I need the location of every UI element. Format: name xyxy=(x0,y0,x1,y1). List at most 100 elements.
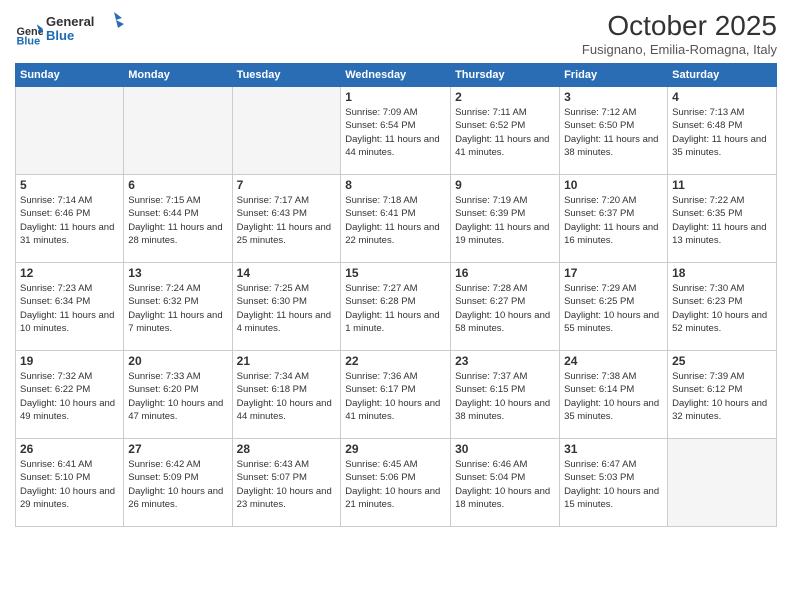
calendar-cell: 14 Sunrise: 7:25 AM Sunset: 6:30 PM Dayli… xyxy=(232,263,341,351)
day-info: Sunrise: 7:38 AM Sunset: 6:14 PM Dayligh… xyxy=(564,370,663,423)
calendar-cell xyxy=(124,87,232,175)
day-number: 18 xyxy=(672,266,772,280)
day-info: Sunrise: 6:42 AM Sunset: 5:09 PM Dayligh… xyxy=(128,458,227,511)
day-info: Sunrise: 6:46 AM Sunset: 5:04 PM Dayligh… xyxy=(455,458,555,511)
day-number: 2 xyxy=(455,90,555,104)
day-info: Sunrise: 6:45 AM Sunset: 5:06 PM Dayligh… xyxy=(345,458,446,511)
col-saturday: Saturday xyxy=(668,64,777,87)
calendar-cell: 12 Sunrise: 7:23 AM Sunset: 6:34 PM Dayli… xyxy=(16,263,124,351)
day-number: 23 xyxy=(455,354,555,368)
day-number: 27 xyxy=(128,442,227,456)
day-info: Sunrise: 6:43 AM Sunset: 5:07 PM Dayligh… xyxy=(237,458,337,511)
day-number: 20 xyxy=(128,354,227,368)
calendar-cell: 29 Sunrise: 6:45 AM Sunset: 5:06 PM Dayli… xyxy=(341,439,451,527)
svg-text:Blue: Blue xyxy=(17,35,41,46)
calendar-table: Sunday Monday Tuesday Wednesday Thursday… xyxy=(15,63,777,527)
day-number: 4 xyxy=(672,90,772,104)
col-sunday: Sunday xyxy=(16,64,124,87)
day-info: Sunrise: 7:12 AM Sunset: 6:50 PM Dayligh… xyxy=(564,106,663,159)
month-title: October 2025 xyxy=(582,10,777,42)
calendar-cell xyxy=(668,439,777,527)
calendar-cell: 3 Sunrise: 7:12 AM Sunset: 6:50 PM Daylig… xyxy=(560,87,668,175)
col-thursday: Thursday xyxy=(451,64,560,87)
day-number: 29 xyxy=(345,442,446,456)
day-number: 9 xyxy=(455,178,555,192)
calendar-cell: 23 Sunrise: 7:37 AM Sunset: 6:15 PM Dayli… xyxy=(451,351,560,439)
calendar-cell: 13 Sunrise: 7:24 AM Sunset: 6:32 PM Dayli… xyxy=(124,263,232,351)
day-info: Sunrise: 7:24 AM Sunset: 6:32 PM Dayligh… xyxy=(128,282,227,335)
day-number: 7 xyxy=(237,178,337,192)
calendar-week-row: 26Sunrise: 6:41 AM Sunset: 5:10 PM Dayli… xyxy=(16,439,777,527)
calendar-cell xyxy=(232,87,341,175)
day-info: Sunrise: 7:37 AM Sunset: 6:15 PM Dayligh… xyxy=(455,370,555,423)
day-number: 3 xyxy=(564,90,663,104)
col-tuesday: Tuesday xyxy=(232,64,341,87)
calendar-cell: 31Sunrise: 6:47 AM Sunset: 5:03 PM Dayli… xyxy=(560,439,668,527)
calendar-cell: 16 Sunrise: 7:28 AM Sunset: 6:27 PM Dayli… xyxy=(451,263,560,351)
calendar-cell: 25 Sunrise: 7:39 AM Sunset: 6:12 PM Dayli… xyxy=(668,351,777,439)
calendar-cell: 8 Sunrise: 7:18 AM Sunset: 6:41 PM Daylig… xyxy=(341,175,451,263)
header: General Blue General Blue October 2025 F… xyxy=(15,10,777,57)
logo-svg: General Blue xyxy=(46,10,126,48)
logo-icon: General Blue xyxy=(15,18,43,46)
day-info: Sunrise: 7:15 AM Sunset: 6:44 PM Dayligh… xyxy=(128,194,227,247)
page: General Blue General Blue October 2025 F… xyxy=(0,0,792,612)
day-number: 24 xyxy=(564,354,663,368)
day-info: Sunrise: 7:25 AM Sunset: 6:30 PM Dayligh… xyxy=(237,282,337,335)
calendar-cell: 26Sunrise: 6:41 AM Sunset: 5:10 PM Dayli… xyxy=(16,439,124,527)
day-number: 25 xyxy=(672,354,772,368)
day-info: Sunrise: 6:47 AM Sunset: 5:03 PM Dayligh… xyxy=(564,458,663,511)
calendar-cell: 28 Sunrise: 6:43 AM Sunset: 5:07 PM Dayli… xyxy=(232,439,341,527)
calendar-week-row: 1 Sunrise: 7:09 AM Sunset: 6:54 PM Daylig… xyxy=(16,87,777,175)
svg-text:Blue: Blue xyxy=(46,28,74,43)
day-info: Sunrise: 7:39 AM Sunset: 6:12 PM Dayligh… xyxy=(672,370,772,423)
day-info: Sunrise: 7:30 AM Sunset: 6:23 PM Dayligh… xyxy=(672,282,772,335)
day-number: 1 xyxy=(345,90,446,104)
day-info: Sunrise: 7:09 AM Sunset: 6:54 PM Dayligh… xyxy=(345,106,446,159)
day-number: 13 xyxy=(128,266,227,280)
title-block: October 2025 Fusignano, Emilia-Romagna, … xyxy=(582,10,777,57)
logo: General Blue General Blue xyxy=(15,10,126,53)
calendar-cell: 27 Sunrise: 6:42 AM Sunset: 5:09 PM Dayli… xyxy=(124,439,232,527)
day-info: Sunrise: 7:14 AM Sunset: 6:46 PM Dayligh… xyxy=(20,194,119,247)
calendar-cell: 30 Sunrise: 6:46 AM Sunset: 5:04 PM Dayli… xyxy=(451,439,560,527)
calendar-cell: 5Sunrise: 7:14 AM Sunset: 6:46 PM Daylig… xyxy=(16,175,124,263)
calendar-cell: 17 Sunrise: 7:29 AM Sunset: 6:25 PM Dayli… xyxy=(560,263,668,351)
day-info: Sunrise: 7:32 AM Sunset: 6:22 PM Dayligh… xyxy=(20,370,119,423)
calendar-header-row: Sunday Monday Tuesday Wednesday Thursday… xyxy=(16,64,777,87)
calendar-cell: 21Sunrise: 7:34 AM Sunset: 6:18 PM Dayli… xyxy=(232,351,341,439)
col-monday: Monday xyxy=(124,64,232,87)
day-number: 30 xyxy=(455,442,555,456)
day-number: 28 xyxy=(237,442,337,456)
day-number: 16 xyxy=(455,266,555,280)
calendar-cell: 19Sunrise: 7:32 AM Sunset: 6:22 PM Dayli… xyxy=(16,351,124,439)
svg-text:General: General xyxy=(46,14,94,29)
calendar-cell: 7Sunrise: 7:17 AM Sunset: 6:43 PM Daylig… xyxy=(232,175,341,263)
col-wednesday: Wednesday xyxy=(341,64,451,87)
day-number: 22 xyxy=(345,354,446,368)
day-info: Sunrise: 7:11 AM Sunset: 6:52 PM Dayligh… xyxy=(455,106,555,159)
day-info: Sunrise: 7:29 AM Sunset: 6:25 PM Dayligh… xyxy=(564,282,663,335)
calendar-cell: 11Sunrise: 7:22 AM Sunset: 6:35 PM Dayli… xyxy=(668,175,777,263)
calendar-cell: 15Sunrise: 7:27 AM Sunset: 6:28 PM Dayli… xyxy=(341,263,451,351)
day-number: 11 xyxy=(672,178,772,192)
day-info: Sunrise: 7:23 AM Sunset: 6:34 PM Dayligh… xyxy=(20,282,119,335)
day-info: Sunrise: 7:36 AM Sunset: 6:17 PM Dayligh… xyxy=(345,370,446,423)
calendar-cell xyxy=(16,87,124,175)
day-number: 26 xyxy=(20,442,119,456)
day-number: 14 xyxy=(237,266,337,280)
location: Fusignano, Emilia-Romagna, Italy xyxy=(582,42,777,57)
col-friday: Friday xyxy=(560,64,668,87)
calendar-cell: 10Sunrise: 7:20 AM Sunset: 6:37 PM Dayli… xyxy=(560,175,668,263)
day-number: 17 xyxy=(564,266,663,280)
day-number: 12 xyxy=(20,266,119,280)
day-info: Sunrise: 7:34 AM Sunset: 6:18 PM Dayligh… xyxy=(237,370,337,423)
day-info: Sunrise: 7:20 AM Sunset: 6:37 PM Dayligh… xyxy=(564,194,663,247)
calendar-cell: 18 Sunrise: 7:30 AM Sunset: 6:23 PM Dayli… xyxy=(668,263,777,351)
day-info: Sunrise: 7:28 AM Sunset: 6:27 PM Dayligh… xyxy=(455,282,555,335)
day-number: 8 xyxy=(345,178,446,192)
calendar-cell: 24 Sunrise: 7:38 AM Sunset: 6:14 PM Dayli… xyxy=(560,351,668,439)
day-info: Sunrise: 7:19 AM Sunset: 6:39 PM Dayligh… xyxy=(455,194,555,247)
day-info: Sunrise: 7:18 AM Sunset: 6:41 PM Dayligh… xyxy=(345,194,446,247)
day-number: 6 xyxy=(128,178,227,192)
